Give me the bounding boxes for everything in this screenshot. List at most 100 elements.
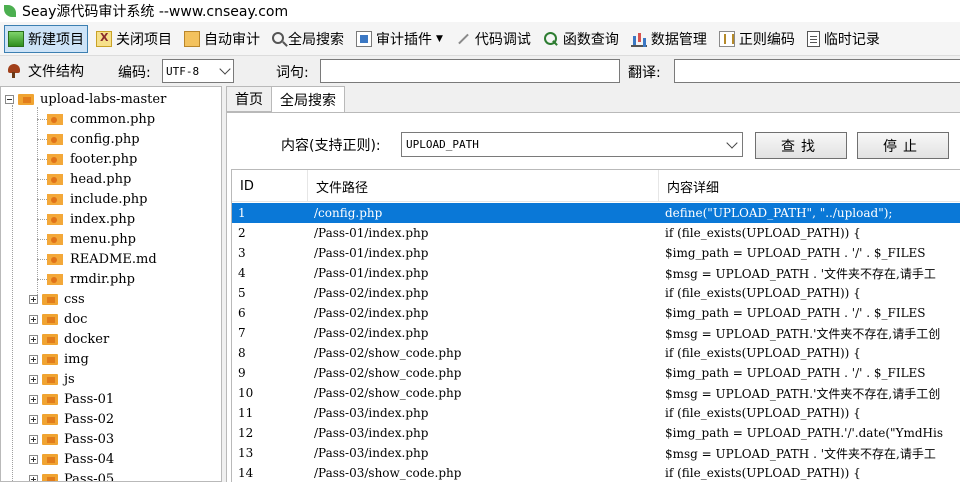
table-row[interactable]: 13/Pass-03/index.php $msg = UPLOAD_PATH .… (232, 443, 960, 463)
tree-folder-item[interactable]: doc (29, 309, 87, 329)
column-header-path[interactable]: 文件路径 (308, 170, 659, 202)
tree-file-item[interactable]: rmdir.php (37, 269, 135, 289)
expand-toggle-icon[interactable] (29, 414, 38, 424)
tree-file-label: common.php (70, 111, 156, 127)
expand-toggle-icon[interactable] (29, 354, 38, 364)
expand-toggle-icon[interactable] (29, 434, 38, 444)
global-search-button[interactable]: 全局搜索 (268, 25, 348, 53)
table-row[interactable]: 8/Pass-02/show_code.php if (file_exists(U… (232, 343, 960, 363)
tab-strip: 首页 全局搜索 (226, 86, 345, 113)
auto-audit-button[interactable]: 自动审计 (180, 25, 264, 53)
stop-button[interactable]: 停止 (857, 132, 949, 159)
translate-input[interactable] (674, 59, 960, 83)
search-input[interactable]: UPLOAD_PATH (401, 132, 743, 157)
table-row[interactable]: 9/Pass-02/show_code.php $img_path = UPLOA… (232, 363, 960, 383)
table-row[interactable]: 12/Pass-03/index.php $img_path = UPLOAD_P… (232, 423, 960, 443)
function-query-button[interactable]: 函数查询 (539, 25, 623, 53)
tree-folder-item[interactable]: Pass-01 (29, 389, 114, 409)
results-table[interactable]: ID 文件路径 内容详细 1/config.php define("UPLOAD_… (231, 169, 960, 482)
debug-icon (455, 31, 471, 47)
tree-root-item[interactable]: upload-labs-master (5, 89, 166, 109)
tree-file-item[interactable]: common.php (37, 109, 155, 129)
collapse-toggle-icon[interactable] (5, 94, 14, 104)
tree-icon (6, 63, 22, 79)
table-row[interactable]: 10/Pass-02/show_code.php $msg = UPLOAD_PA… (232, 383, 960, 403)
cell-path: /Pass-02/index.php (314, 286, 429, 300)
php-file-icon (47, 192, 65, 206)
table-row[interactable]: 4/Pass-01/index.php $msg = UPLOAD_PATH . … (232, 263, 960, 283)
chevron-down-icon[interactable] (726, 137, 738, 149)
file-tree[interactable]: upload-labs-master common.php config.php… (0, 86, 222, 482)
tree-folder-item[interactable]: Pass-05 (29, 469, 114, 481)
tree-file-item[interactable]: config.php (37, 129, 140, 149)
cell-detail: $msg = UPLOAD_PATH.'文件夹不存在,请手工创 (665, 386, 941, 401)
table-row[interactable]: 3/Pass-01/index.php $img_path = UPLOAD_PA… (232, 243, 960, 263)
tree-folder-item[interactable]: Pass-02 (29, 409, 114, 429)
tree-folder-item[interactable]: css (29, 289, 85, 309)
regex-encode-button[interactable]: 正则编码 (715, 25, 799, 53)
table-row[interactable]: 11/Pass-03/index.php if (file_exists(UPLO… (232, 403, 960, 423)
table-row[interactable]: 7/Pass-02/index.php $msg = UPLOAD_PATH.'文… (232, 323, 960, 343)
expand-toggle-icon[interactable] (29, 374, 38, 384)
tree-file-label: footer.php (70, 151, 138, 167)
code-debug-button[interactable]: 代码调试 (451, 25, 535, 53)
new-project-button[interactable]: 新建项目 (4, 24, 88, 53)
find-button[interactable]: 查找 (755, 132, 847, 159)
table-row[interactable]: 6/Pass-02/index.php $img_path = UPLOAD_PA… (232, 303, 960, 323)
tree-folder-label: img (64, 351, 89, 367)
table-row[interactable]: 14/Pass-03/show_code.php if (file_exists(… (232, 463, 960, 482)
tree-file-item[interactable]: head.php (37, 169, 131, 189)
expand-toggle-icon[interactable] (29, 454, 38, 464)
auto-audit-icon (184, 30, 200, 47)
global-search-panel: 内容(支持正则): UPLOAD_PATH 查找 停止 ID 文件路径 内容详细… (226, 112, 960, 482)
tree-file-item[interactable]: include.php (37, 189, 148, 209)
code-debug-label: 代码调试 (474, 31, 531, 48)
tree-folder-item[interactable]: docker (29, 329, 109, 349)
php-file-icon (47, 152, 65, 166)
folder-icon (42, 392, 60, 406)
tree-folder-item[interactable]: Pass-04 (29, 449, 114, 469)
temp-note-label: 临时记录 (823, 31, 880, 48)
temp-note-button[interactable]: 临时记录 (803, 25, 884, 53)
column-header-detail[interactable]: 内容详细 (659, 170, 960, 202)
expand-toggle-icon[interactable] (29, 334, 38, 344)
cell-id: 10 (238, 386, 254, 400)
tree-folder-item[interactable]: Pass-03 (29, 429, 114, 449)
tree-file-item[interactable]: README.md (37, 249, 157, 269)
tree-file-item[interactable]: footer.php (37, 149, 137, 169)
temp-note-icon (806, 30, 820, 47)
data-manage-button[interactable]: 数据管理 (627, 25, 711, 53)
cell-detail: if (file_exists(UPLOAD_PATH)) { (665, 286, 861, 300)
word-input[interactable] (320, 59, 620, 83)
tree-file-item[interactable]: menu.php (37, 229, 136, 249)
php-file-icon (47, 112, 65, 126)
search-value: UPLOAD_PATH (406, 138, 479, 151)
table-row[interactable]: 1/config.php define("UPLOAD_PATH", "../up… (232, 203, 960, 223)
tree-file-item[interactable]: index.php (37, 209, 135, 229)
php-file-icon (47, 212, 65, 226)
table-row[interactable]: 5/Pass-02/index.php if (file_exists(UPLOA… (232, 283, 960, 303)
cell-detail: $img_path = UPLOAD_PATH.'/'.date("YmdHis (665, 426, 944, 440)
cell-id: 2 (238, 226, 246, 240)
cell-id: 5 (238, 286, 246, 300)
expand-toggle-icon[interactable] (29, 314, 38, 324)
cell-id: 8 (238, 346, 246, 360)
global-search-icon (272, 31, 284, 44)
folder-icon (42, 432, 60, 446)
cell-id: 13 (238, 446, 254, 460)
tree-folder-item[interactable]: img (29, 349, 89, 369)
php-file-icon (47, 132, 65, 146)
cell-detail: if (file_exists(UPLOAD_PATH)) { (665, 406, 861, 420)
expand-toggle-icon[interactable] (29, 474, 38, 481)
expand-toggle-icon[interactable] (29, 294, 38, 304)
expand-toggle-icon[interactable] (29, 394, 38, 404)
tab-home[interactable]: 首页 (226, 86, 272, 112)
tab-global-search[interactable]: 全局搜索 (271, 86, 345, 113)
tree-folder-item[interactable]: js (29, 369, 75, 389)
close-project-button[interactable]: 关闭项目 (92, 25, 176, 53)
column-header-id[interactable]: ID (232, 170, 308, 202)
encoding-select[interactable]: UTF-8 (162, 59, 234, 83)
audit-plugin-button[interactable]: 审计插件 ▼ (352, 25, 447, 53)
table-row[interactable]: 2/Pass-01/index.php if (file_exists(UPLOA… (232, 223, 960, 243)
encoding-label: 编码: (118, 65, 151, 81)
